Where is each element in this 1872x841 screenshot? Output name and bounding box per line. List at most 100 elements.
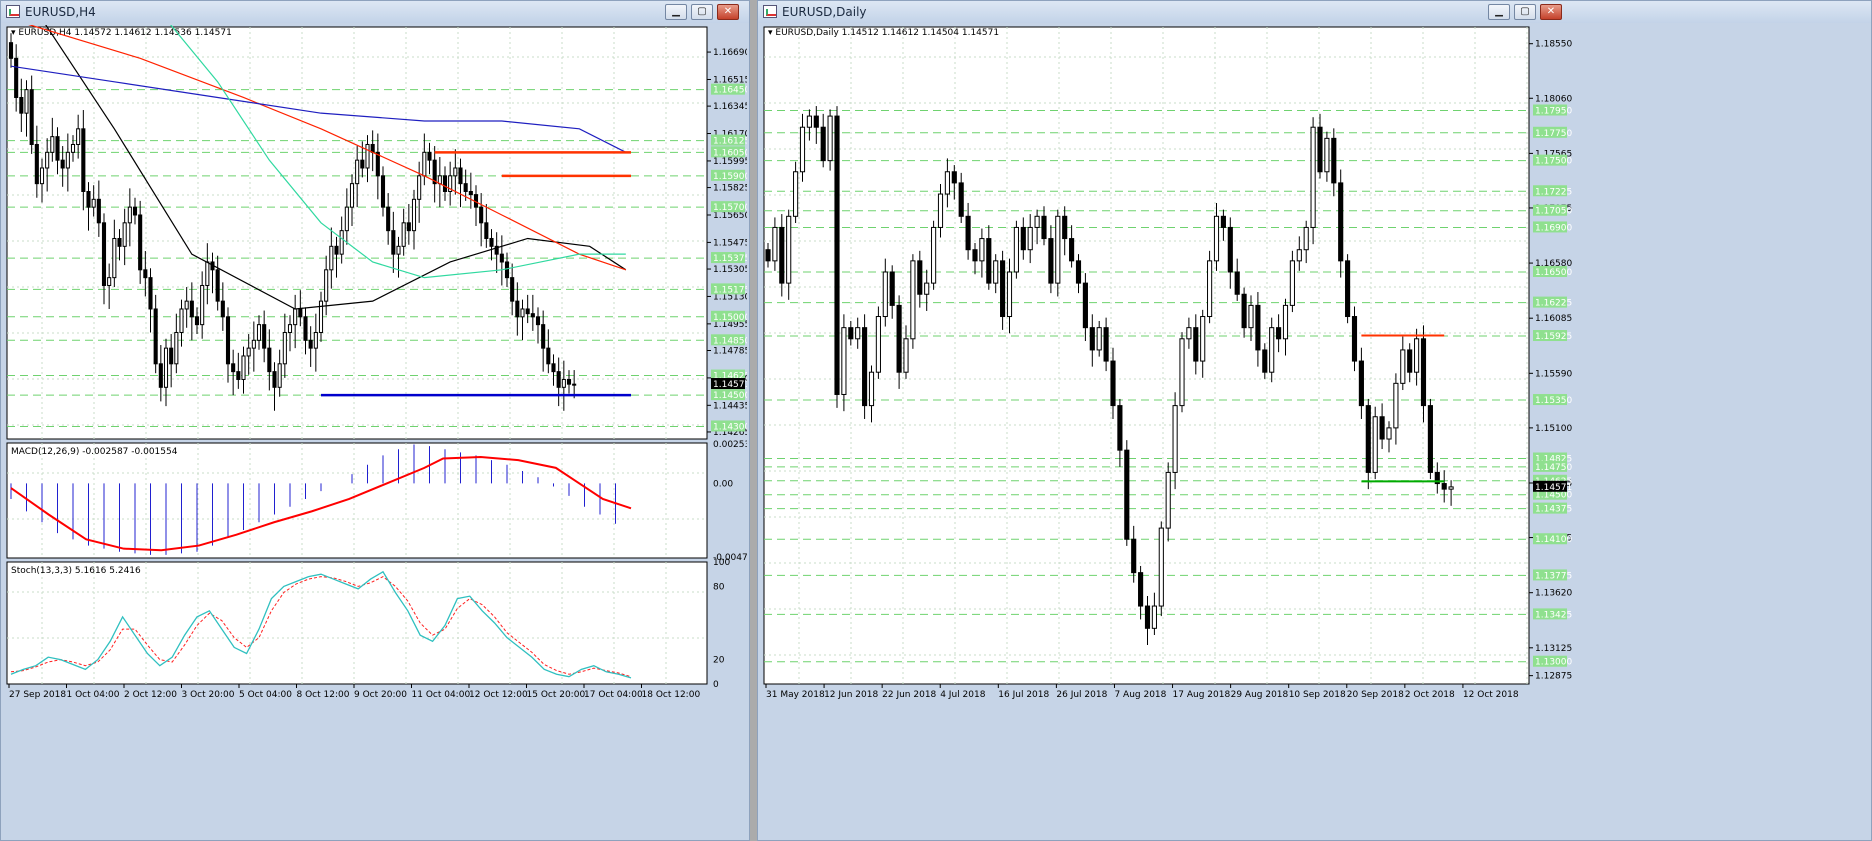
candle-body: [39, 167, 45, 185]
candle-body: [520, 308, 525, 318]
candle-body: [251, 339, 256, 349]
level-tag-label: 1.17500: [1535, 157, 1572, 167]
candle-body: [931, 226, 937, 284]
candle-body: [1165, 471, 1171, 529]
close-button[interactable]: ✕: [717, 4, 739, 20]
candle-body: [1089, 327, 1095, 351]
candle-body: [525, 308, 530, 315]
price-tick-label: 1.13620: [1535, 589, 1572, 599]
time-tick-label: 22 Jun 2018: [882, 690, 936, 700]
daily-chart-window[interactable]: EURUSD,Daily ▁ ▢ ✕ ▾ EURUSD,Daily 1.1451…: [757, 0, 1872, 841]
candle-body: [546, 347, 551, 365]
level-tag-label: 1.17750: [1535, 129, 1572, 139]
candle-body: [287, 324, 293, 333]
daily-chart-area[interactable]: ▾ EURUSD,Daily 1.14512 1.14612 1.14504 1…: [762, 25, 1869, 839]
candle-body: [1234, 271, 1240, 295]
candle-body: [184, 300, 189, 310]
candle-body: [179, 308, 184, 333]
candle-body: [375, 151, 380, 177]
candle-body: [1262, 349, 1268, 373]
candle-body: [958, 182, 964, 217]
candle-body: [313, 331, 318, 349]
level-tag-label: 1.15350: [1535, 396, 1572, 406]
price-tick-label: 1.18060: [1535, 94, 1572, 104]
h4-chart-area[interactable]: ▾ EURUSD,H4 1.14572 1.14612 1.14536 1.14…: [5, 25, 747, 839]
close-button[interactable]: ✕: [1540, 4, 1562, 20]
candle-body: [411, 198, 417, 232]
macd-tick-label: 0.002531: [713, 440, 747, 450]
candle-body: [163, 347, 169, 388]
candle-body: [1420, 338, 1427, 407]
candle-body: [1186, 327, 1192, 340]
h4-titlebar[interactable]: EURUSD,H4 ▁ ▢ ✕: [1, 1, 749, 23]
maximize-button[interactable]: ▢: [1514, 4, 1536, 20]
candle-body: [1338, 182, 1344, 262]
candle-body: [1276, 327, 1282, 340]
candle-body: [96, 198, 101, 224]
macd-tick-label: 0.00: [713, 479, 733, 489]
candle-body: [60, 159, 65, 169]
candle-body: [427, 151, 432, 161]
time-tick-label: 9 Oct 20:00: [354, 690, 407, 700]
candle-body: [1103, 327, 1109, 362]
level-tag-label: 1.13775: [1535, 571, 1572, 581]
candle-body: [1151, 605, 1157, 629]
level-tag-label: 1.14300: [713, 422, 747, 432]
level-tag-label: 1.14500: [713, 391, 747, 401]
time-tick-label: 8 Oct 12:00: [297, 690, 350, 700]
price-tick-label: 1.15475: [713, 238, 747, 248]
candle-body: [1227, 226, 1233, 273]
candle-body: [138, 214, 143, 271]
current-price-label: 1.14571: [713, 380, 747, 390]
price-tick-label: 1.16690: [713, 48, 747, 58]
price-tick-label: 1.16345: [713, 102, 747, 112]
time-tick-label: 4 Jul 2018: [940, 690, 985, 700]
candle-body: [875, 316, 881, 373]
candle-body: [551, 363, 556, 373]
h4-chart-window[interactable]: EURUSD,H4 ▁ ▢ ✕ ▾ EURUSD,H4 1.14572 1.14…: [0, 0, 750, 841]
time-tick-label: 17 Aug 2018: [1173, 690, 1231, 700]
candle-body: [101, 222, 107, 286]
level-tag-label: 1.16500: [1535, 268, 1572, 278]
chart-window-icon: [6, 5, 20, 18]
candle-body: [1131, 538, 1137, 574]
candle-body: [329, 245, 334, 271]
candle-body: [1110, 360, 1116, 407]
candle-body: [122, 222, 127, 247]
candle-body: [380, 175, 386, 208]
time-tick-label: 1 Oct 04:00: [67, 690, 120, 700]
candle-body: [1027, 226, 1033, 251]
level-tag-label: 1.13000: [1535, 658, 1572, 668]
candle-body: [468, 190, 473, 196]
daily-titlebar[interactable]: EURUSD,Daily ▁ ▢ ✕: [758, 1, 1871, 23]
candle-body: [117, 237, 122, 247]
candle-body: [566, 378, 572, 385]
candle-body: [1400, 349, 1406, 384]
candle-body: [1062, 215, 1068, 240]
time-tick-label: 5 Oct 04:00: [239, 690, 292, 700]
candle-body: [510, 277, 515, 302]
candle-body: [19, 96, 24, 114]
candle-body: [944, 171, 950, 195]
candle-body: [277, 363, 282, 388]
price-tick-label: 1.15825: [713, 184, 747, 194]
candle-body: [484, 222, 489, 239]
candle-body: [772, 226, 778, 262]
daily-chart-header: ▾ EURUSD,Daily 1.14512 1.14612 1.14504 1…: [768, 28, 999, 38]
minimize-button[interactable]: ▁: [665, 4, 687, 20]
level-tag-label: 1.16125: [713, 137, 747, 147]
time-tick-label: 27 Sep 2018: [9, 690, 66, 700]
time-tick-label: 26 Jul 2018: [1056, 690, 1107, 700]
candle-body: [169, 347, 174, 365]
price-tick-label: 1.12875: [1535, 672, 1572, 682]
candle-body: [453, 167, 458, 177]
candle-body: [848, 327, 854, 340]
candle-body: [1310, 126, 1316, 228]
candle-body: [1144, 605, 1151, 629]
candle-body: [868, 371, 875, 407]
level-tag-label: 1.14750: [1535, 463, 1572, 473]
maximize-button[interactable]: ▢: [691, 4, 713, 20]
candle-body: [1331, 137, 1337, 184]
minimize-button[interactable]: ▁: [1488, 4, 1510, 20]
time-tick-label: 31 May 2018: [766, 690, 825, 700]
